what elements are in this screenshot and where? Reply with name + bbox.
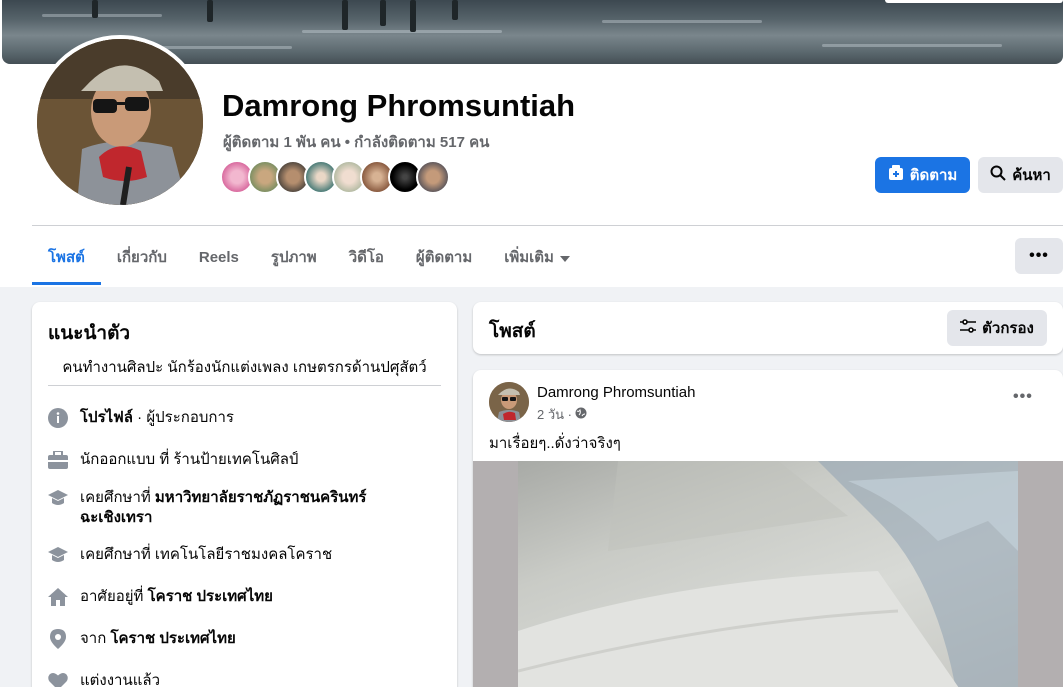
intro-bio: คนทำงานศิลปะ นักร้องนักแต่งเพลง เกษตรกรด… — [62, 359, 427, 376]
follow-icon — [888, 165, 904, 185]
filter-button[interactable]: ตัวกรอง — [947, 310, 1047, 346]
profile-name: Damrong Phromsuntiah — [222, 88, 576, 123]
tab-label: รูปภาพ — [270, 249, 317, 266]
tab-label: วิดีโอ — [348, 249, 384, 266]
intro-card: แนะนำตัว คนทำงานศิลปะ นักร้องนักแต่งเพลง… — [32, 302, 457, 687]
graduation-cap-icon — [48, 488, 68, 508]
intro-lives-place[interactable]: โคราช ประเทศไทย — [148, 588, 273, 605]
follow-stats[interactable]: ผู้ติดตาม 1 พัน คน • กำลังติดตาม 517 คน — [223, 130, 489, 154]
post-timestamp[interactable]: 2 วัน · — [537, 404, 572, 425]
tab-label: เพิ่มเติม — [504, 249, 554, 266]
intro-item-education-1: เคยศึกษาที่ มหาวิทยาลัยราชภัฏราชนครินทร์… — [48, 488, 400, 528]
intro-from-place[interactable]: โคราช ประเทศไทย — [110, 630, 235, 647]
search-label: ค้นหา — [1012, 167, 1051, 184]
intro-lives-prefix: อาศัยอยู่ที่ — [80, 588, 148, 605]
profile-avatar[interactable] — [37, 39, 203, 205]
filter-icon — [960, 319, 977, 337]
tab-reels[interactable]: Reels — [183, 229, 255, 285]
post-author-avatar[interactable] — [489, 382, 529, 422]
tab-label: เกี่ยวกับ — [116, 249, 167, 266]
intro-relationship-text: แต่งงานแล้ว — [80, 672, 161, 687]
post-meta: 2 วัน · — [537, 404, 587, 425]
intro-item-work: นักออกแบบ ที่ ร้านป้ายเทคโนศิลป์ — [48, 450, 298, 470]
home-icon — [48, 587, 68, 607]
intro-from-prefix: จาก — [80, 630, 111, 647]
edit-cover-button[interactable] — [885, 0, 1063, 3]
tab-label: Reels — [198, 248, 239, 266]
intro-title: แนะนำตัว — [48, 323, 131, 344]
tab-about[interactable]: เกี่ยวกับ — [101, 229, 183, 285]
follower-avatar[interactable] — [416, 160, 450, 194]
briefcase-icon — [48, 450, 68, 470]
post-card: Damrong Phromsuntiah 2 วัน · ••• มาเรื่อ… — [473, 370, 1063, 687]
header-divider — [32, 225, 1063, 226]
search-button[interactable]: ค้นหา — [978, 157, 1063, 193]
location-pin-icon — [48, 629, 68, 649]
tab-followers[interactable]: ผู้ติดตาม — [400, 229, 488, 285]
follow-button[interactable]: ติดตาม — [875, 157, 970, 193]
graduation-cap-icon — [48, 545, 68, 565]
post-author-name[interactable]: Damrong Phromsuntiah — [537, 384, 695, 401]
globe-icon — [575, 407, 587, 422]
posts-header-card: โพสต์ ตัวกรอง — [473, 302, 1063, 354]
tab-label: โพสต์ — [48, 249, 85, 266]
intro-profile-type[interactable]: โปรไฟล์ — [80, 409, 133, 426]
post-options-button[interactable]: ••• — [1013, 388, 1033, 406]
intro-item-lives-in: อาศัยอยู่ที่ โคราช ประเทศไทย — [48, 587, 273, 607]
intro-item-relationship: แต่งงานแล้ว — [48, 671, 160, 687]
posts-title: โพสต์ — [489, 321, 536, 342]
tab-posts[interactable]: โพสต์ — [32, 229, 101, 285]
post-media[interactable] — [473, 461, 1063, 687]
intro-item-profile: โปรไฟล์ · ผู้ประกอบการ — [48, 408, 234, 428]
caret-down-icon — [559, 249, 570, 266]
more-options-button[interactable]: ••• — [1015, 238, 1063, 274]
follow-label: ติดตาม — [909, 167, 958, 184]
intro-profile-category: · ผู้ประกอบการ — [133, 409, 234, 426]
filter-label: ตัวกรอง — [982, 320, 1034, 337]
post-photo[interactable] — [518, 461, 1018, 687]
tab-photos[interactable]: รูปภาพ — [255, 229, 333, 285]
profile-tabs: โพสต์ เกี่ยวกับ Reels รูปภาพ วิดีโอ ผู้ต… — [32, 229, 586, 285]
search-icon — [990, 165, 1006, 185]
tab-label: ผู้ติดตาม — [415, 249, 473, 266]
heart-icon — [48, 671, 68, 687]
intro-education-text: เคยศึกษาที่ เทคโนโลยีราชมงคลโคราช — [80, 546, 333, 563]
tab-videos[interactable]: วิดีโอ — [333, 229, 400, 285]
tab-more[interactable]: เพิ่มเติม — [488, 229, 586, 285]
intro-item-from: จาก โคราช ประเทศไทย — [48, 629, 236, 649]
intro-work-text: นักออกแบบ ที่ ร้านป้ายเทคโนศิลป์ — [80, 451, 299, 468]
post-text: มาเรื่อยๆ..ดั่งว่าจริงๆ — [489, 435, 621, 452]
intro-education-prefix: เคยศึกษาที่ — [80, 489, 155, 506]
bio-divider — [48, 385, 441, 386]
intro-item-education-2: เคยศึกษาที่ เทคโนโลยีราชมงคลโคราช — [48, 545, 332, 565]
info-icon — [48, 408, 68, 428]
